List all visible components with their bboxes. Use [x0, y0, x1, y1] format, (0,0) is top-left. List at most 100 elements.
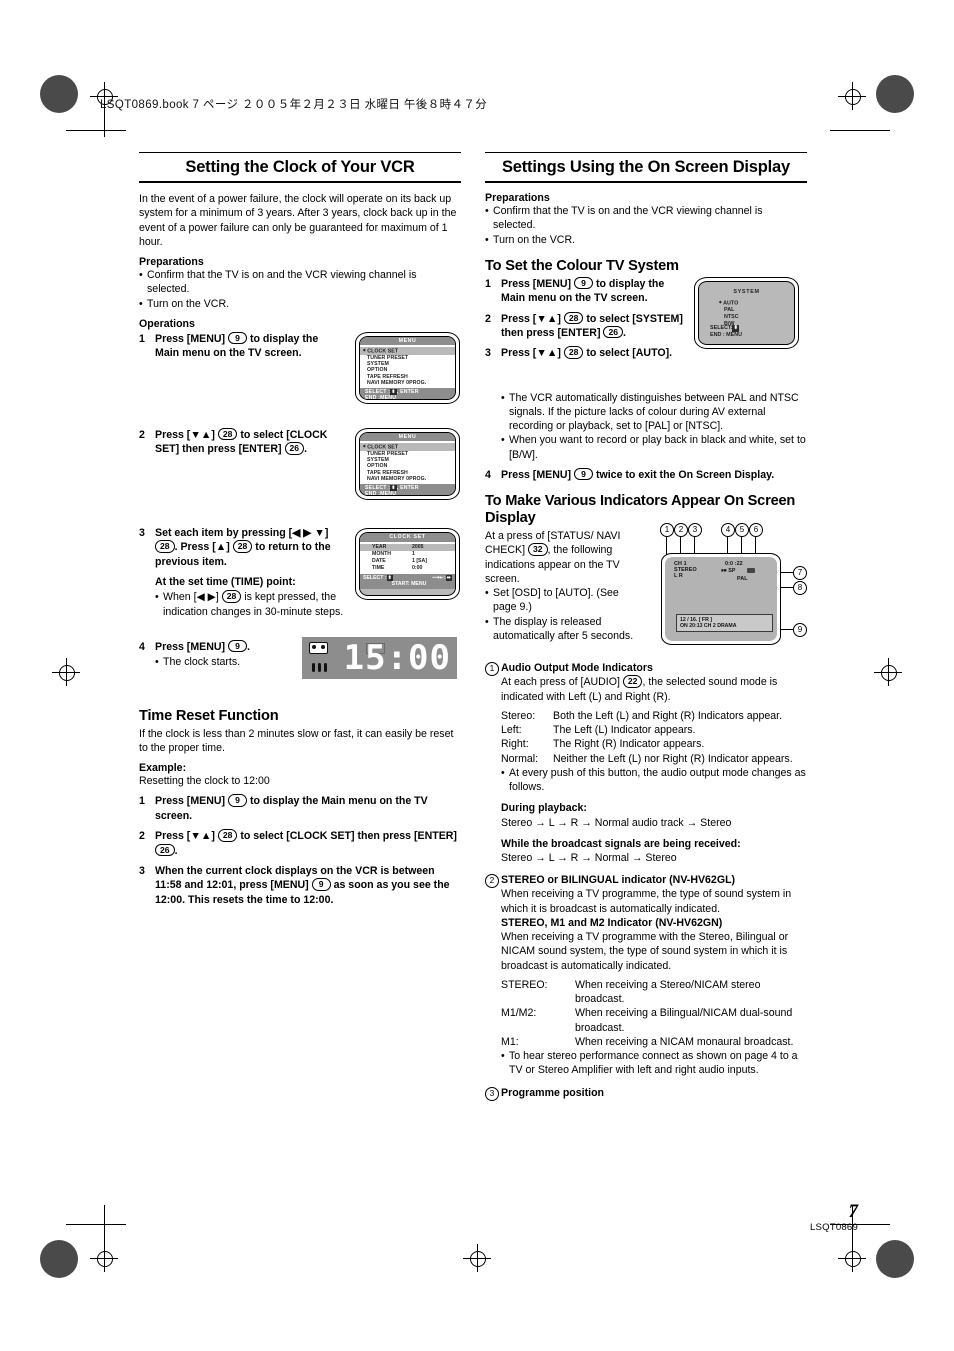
def-term: Normal:: [501, 752, 539, 765]
tv-screen-clock-set: CLOCK SET YEAR 2005 MONTH 1 DATE 1 [SA] TIM…: [355, 527, 460, 600]
right-preparations-title: Preparations: [485, 192, 550, 205]
left-operations-title: Operations: [139, 317, 195, 330]
osd-screen-area: CH 1 STEREO L R 0:0 :22 ⏸⏺ SP PAL 12 / 1…: [665, 557, 777, 642]
list-item: To hear stereo performance connect as sh…: [501, 1049, 807, 1077]
key-number-badge: 26: [284, 442, 305, 455]
step-text-cont: twice to exit the On Screen Display.: [595, 468, 775, 481]
list-item: The display is released automatically af…: [485, 615, 640, 643]
list-item: Confirm that the TV is on and the VCR vi…: [139, 268, 461, 296]
def-row: M1: When receiving a NICAM monaural broad…: [501, 1035, 807, 1049]
key-number-badge: 22: [622, 675, 643, 688]
left-column: Setting the Clock of Your VCR In the eve…: [139, 152, 461, 907]
system-option-ntsc: NTSC: [724, 314, 739, 321]
step-text: Set each item by pressing [: [155, 526, 293, 539]
list-item: When you want to record or play back in …: [501, 433, 807, 461]
indicators-intro: At a press of [STATUS/ NAVI CHECK] 32, t…: [485, 529, 640, 586]
clock-footer-select-label: SELECT :: [363, 574, 387, 581]
crop-mark-tr-circle: [845, 89, 861, 105]
menu-screen-items: CLOCK SET TUNER PRESET SYSTEM OPTION TAP…: [360, 441, 455, 484]
key-number-badge: 26: [155, 843, 175, 857]
indicator-item-2: 2 STEREO or BILINGUAL indicator (NV-HV62…: [485, 873, 807, 1077]
item2-text-2: When receiving a TV programme with the S…: [501, 931, 789, 972]
list-item: When [◀ ▶] 28 is kept pressed, the indic…: [155, 590, 344, 618]
def-term: Stereo:: [501, 709, 536, 722]
def-term: M1/M2:: [501, 1007, 537, 1020]
key-number-badge: 32: [527, 543, 548, 556]
right-column: Settings Using the On Screen Display Pre…: [485, 152, 807, 1101]
osd-info-line-2: ON 20:13 CH 2 DRAMA: [680, 623, 737, 630]
example-title: Example:: [139, 762, 187, 775]
left-intro-text: In the event of a power failure, the clo…: [139, 193, 457, 248]
step-number: 3: [139, 865, 145, 878]
registration-mark-top-right: [876, 75, 914, 113]
step-4-bullets: The clock starts.: [155, 655, 299, 669]
step-2: 2 Press [▼▲] 28 to select [CLOCK SET] th…: [139, 427, 328, 456]
arrow-glyphs: ◀ ▶ ▼: [292, 526, 325, 539]
level-bars-icon: [312, 659, 330, 677]
step-number: 3: [485, 347, 491, 360]
osd-lr-indicator: L R: [674, 573, 683, 580]
key-number-badge: 9: [574, 467, 594, 481]
operations-steps-2: 2 Press [▼▲] 28 to select [CLOCK SET] th…: [139, 427, 339, 457]
def-row: STEREO: When receiving a Stereo/NICAM ste…: [501, 978, 807, 1006]
during-playback-title: During playback:: [501, 802, 587, 815]
step-text-end: .: [623, 326, 626, 339]
left-section-heading: Setting the Clock of Your VCR: [139, 152, 461, 184]
crop-line-left-upper: [66, 130, 126, 131]
clock-screen-footer: SELECT :⬍ ⟶⇤:⬌ START: MENU: [360, 573, 455, 590]
key-number-badge: 28: [563, 346, 584, 359]
crop-mark-right-mid-circle: [881, 665, 897, 681]
callout-5: 5: [735, 523, 749, 538]
menu-screen-footer: SELECT :⬍, ENTER END :MENU: [360, 387, 455, 400]
step-text: Press [MENU]: [155, 795, 226, 808]
def-text: The Right (R) Indicator appears.: [553, 738, 705, 751]
step-text: Press [: [155, 830, 191, 843]
item1-text: At each press of [AUDIO] 22, the selecte…: [501, 675, 807, 703]
key-number-badge: 28: [155, 540, 175, 553]
crop-mark-left-mid-circle: [59, 665, 75, 681]
callout-6: 6: [749, 523, 763, 538]
def-term: Left:: [501, 724, 522, 737]
key-number-badge: 28: [217, 427, 238, 441]
step-number: 1: [139, 332, 145, 345]
clock-row-year: YEAR 2005: [360, 543, 455, 551]
colour-step-1: 1 Press [MENU] 9 to display the Main men…: [485, 276, 685, 306]
osd-colour-system: PAL: [737, 576, 748, 583]
item2-definition-list: STEREO: When receiving a Stereo/NICAM ste…: [501, 978, 807, 1049]
broadcast-title: While the broadcast signals are being re…: [501, 837, 741, 850]
select-key-glyph: ⬍: [386, 574, 393, 582]
clock-row-label: YEAR: [372, 543, 387, 550]
menu-item-navi-memory: NAVI MEMORY 0PROG.: [367, 380, 427, 387]
def-text: When receiving a Stereo/NICAM stereo bro…: [575, 978, 761, 1006]
crop-mark-br-circle: [845, 1251, 861, 1267]
list-item: Turn on the VCR.: [139, 297, 461, 311]
menu-screen-title: MENU: [360, 432, 455, 442]
colour-step-3-bullets: The VCR automatically distinguishes betw…: [501, 391, 807, 462]
right-section-heading: Settings Using the On Screen Display: [485, 152, 807, 184]
def-term: Right:: [501, 738, 529, 751]
def-text: When receiving a NICAM monaural broadcas…: [575, 1035, 794, 1048]
step-number: 4: [485, 468, 491, 481]
menu-footer-end-label: END :MENU: [365, 395, 397, 400]
time-reset-intro: If the clock is less than 2 minutes slow…: [139, 727, 454, 754]
menu-item-clock-set: CLOCK SET: [360, 346, 455, 355]
clock-row-time: TIME 0:00: [360, 565, 455, 572]
tv-screen-main-menu-2: MENU CLOCK SET TUNER PRESET SYSTEM OPTIO…: [355, 427, 460, 500]
item1-text-a: At each press of [AUDIO]: [501, 676, 620, 689]
list-item: The clock starts.: [155, 655, 299, 669]
select-key-glyph: ⬍: [732, 324, 739, 332]
crop-line-right-upper: [830, 130, 890, 131]
page-footer: 7 LSQT0869: [810, 1202, 858, 1233]
key-number-badge: 9: [228, 331, 248, 345]
system-option-pal: PAL: [724, 307, 735, 314]
item1-bullets: At every push of this button, the audio …: [501, 766, 807, 794]
colour-system-title: To Set the Colour TV System: [485, 257, 679, 274]
step-text: Press [: [501, 312, 537, 325]
operations-steps-3: 3 Set each item by pressing [◀ ▶ ▼] 28. …: [139, 526, 344, 619]
callout-3: 3: [688, 523, 702, 538]
manual-page: LSQT0869.book 7 ページ ２００５年２月２３日 水曜日 午後８時４…: [0, 0, 954, 1351]
step-number: 1: [139, 795, 145, 808]
item2-title: STEREO or BILINGUAL indicator (NV-HV62GL…: [501, 874, 736, 887]
set-time-point-bullets: When [◀ ▶] 28 is kept pressed, the indic…: [155, 590, 344, 618]
callout-2: 2: [674, 523, 688, 538]
